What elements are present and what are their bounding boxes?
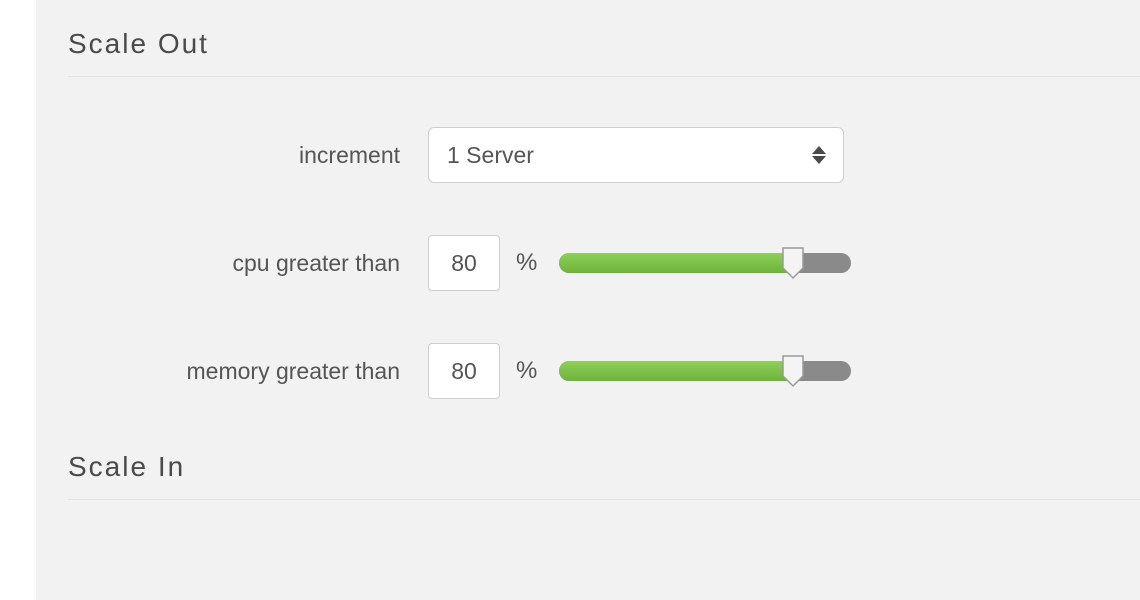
cpu-threshold-slider[interactable]: [559, 251, 851, 275]
slider-fill: [559, 361, 793, 381]
select-caret-icon: [812, 146, 826, 164]
memory-threshold-input[interactable]: 80: [428, 343, 500, 399]
slider-track: [559, 253, 851, 273]
memory-threshold-row: memory greater than 80 %: [68, 343, 1140, 399]
autoscale-panel: Scale Out increment 1 Server cpu greater…: [36, 0, 1140, 600]
left-gutter: [0, 0, 36, 600]
cpu-threshold-row: cpu greater than 80 %: [68, 235, 1140, 291]
increment-row: increment 1 Server: [68, 127, 1140, 183]
scale-out-heading: Scale Out: [68, 28, 1140, 60]
slider-thumb-icon[interactable]: [781, 246, 805, 280]
divider: [68, 76, 1140, 77]
cpu-threshold-unit: %: [516, 249, 537, 277]
slider-track: [559, 361, 851, 381]
slider-fill: [559, 253, 793, 273]
increment-select-value: 1 Server: [447, 142, 534, 169]
slider-thumb-icon[interactable]: [781, 354, 805, 388]
memory-threshold-label: memory greater than: [68, 358, 428, 385]
memory-threshold-slider[interactable]: [559, 359, 851, 383]
cpu-threshold-label: cpu greater than: [68, 250, 428, 277]
scale-in-heading: Scale In: [68, 451, 1140, 483]
cpu-threshold-input[interactable]: 80: [428, 235, 500, 291]
increment-select[interactable]: 1 Server: [428, 127, 844, 183]
divider: [68, 499, 1140, 500]
increment-label: increment: [68, 142, 428, 169]
memory-threshold-unit: %: [516, 357, 537, 385]
